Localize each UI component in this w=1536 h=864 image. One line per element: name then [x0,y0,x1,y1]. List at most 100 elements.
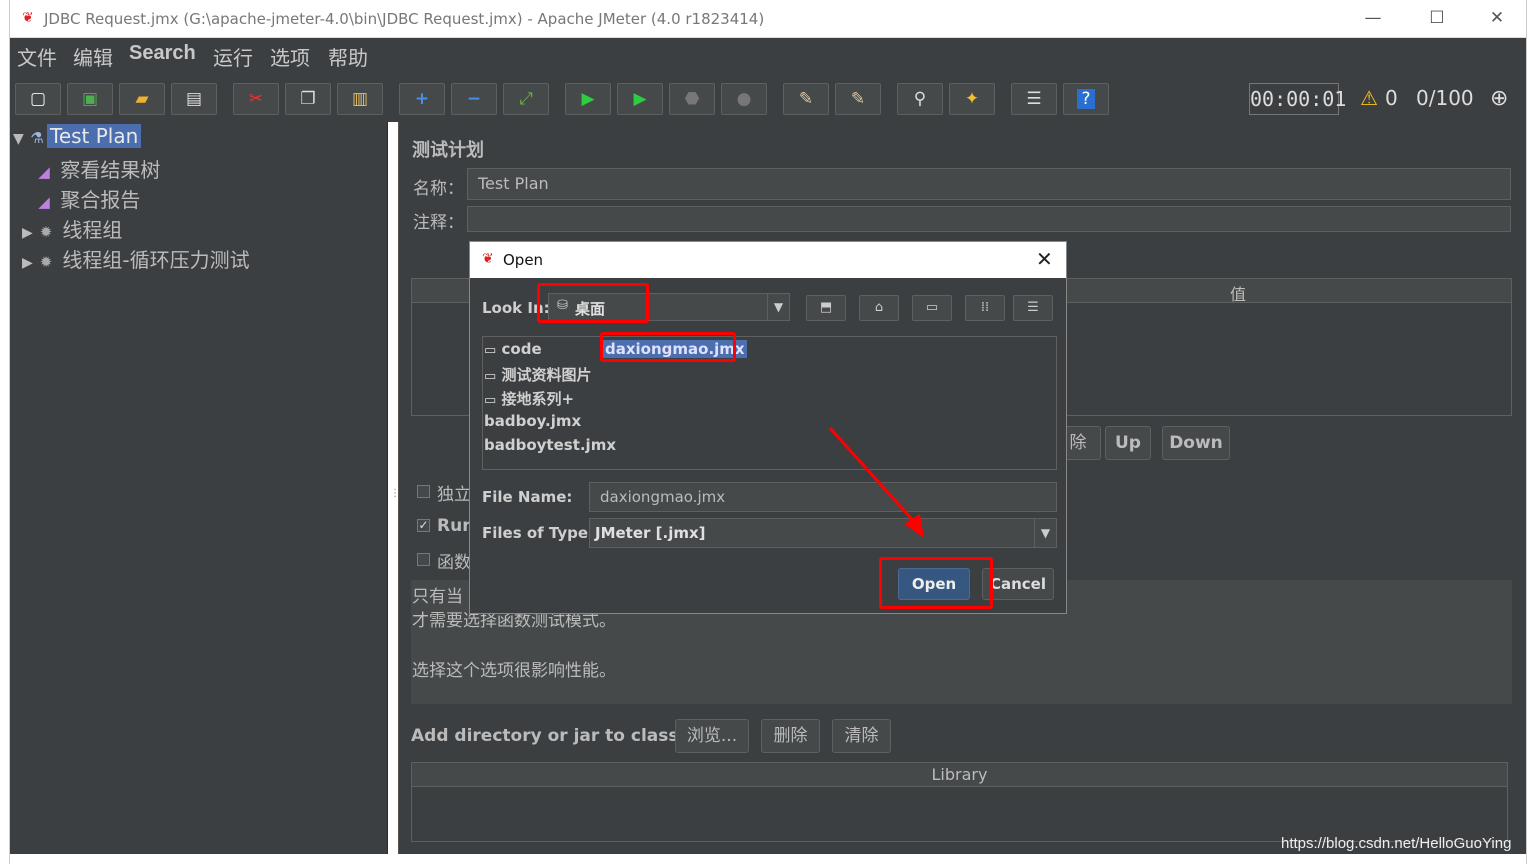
browse-button[interactable]: 浏览... [675,719,749,753]
list-view-button[interactable]: ⁞⁞ [965,295,1005,321]
clear-button[interactable]: ✎ [783,83,829,115]
help-button[interactable]: ? [1063,83,1109,115]
tree-item-thread-group[interactable]: ▶ ✹ 线程组 [22,214,122,244]
menu-edit[interactable]: 编辑 [73,42,113,71]
file-item-code[interactable]: ▭ code [484,340,542,358]
menu-search[interactable]: Search [129,42,196,65]
copy-button[interactable]: ❐ [285,83,331,115]
independent-threads-checkbox[interactable] [417,485,430,498]
tree-item-aggregate-report[interactable]: ◢ 聚合报告 [34,184,140,214]
save-button[interactable]: ▤ [171,83,217,115]
warning-count: 0 [1385,86,1398,110]
clear-all-icon: ✎ [850,89,866,109]
up-button[interactable]: Up [1105,426,1151,460]
annotation-box-open-button [879,557,993,609]
cut-icon: ✂ [248,89,264,109]
home-icon: ⌂ [874,300,884,315]
maximize-button[interactable]: ☐ [1422,8,1452,28]
minimize-button[interactable]: — [1358,8,1388,28]
chevron-down-icon[interactable]: ▼ [767,294,789,320]
function-helper-button[interactable]: ☰ [1011,83,1057,115]
up-one-level-button[interactable]: ⬒ [806,295,846,321]
start-button[interactable]: ▶ [565,83,611,115]
start-icon: ▶ [581,89,595,109]
tree-item-label: Test Plan [47,124,142,148]
annotation-box-selected-file [600,332,736,362]
file-item-grounded-series[interactable]: ▭ 接地系列+ [484,388,574,409]
details-view-icon: ☰ [1027,300,1039,315]
toggle-button[interactable]: ⤢ [503,83,549,115]
functional-mode-label: 函数 [437,553,471,573]
tree-item-label: 线程组-循环压力测试 [62,248,250,272]
dialog-close-button[interactable]: ✕ [1036,247,1053,271]
background-window-edge [0,0,10,864]
menu-run[interactable]: 运行 [213,42,253,71]
reset-search-button[interactable]: ✦ [949,83,995,115]
new-folder-button[interactable]: ▭ [912,295,952,321]
window-title: JDBC Request.jmx (G:\apache-jmeter-4.0\b… [44,10,765,28]
chevron-down-icon[interactable]: ▼ [13,131,27,147]
paste-button[interactable]: ▥ [337,83,383,115]
file-item-badboy[interactable]: badboy.jmx [484,412,581,430]
collapse-icon: − [466,89,482,109]
file-item-test-images[interactable]: ▭ 测试资料图片 [484,364,592,385]
chevron-down-icon[interactable]: ▼ [1034,519,1056,547]
chevron-right-icon[interactable]: ▶ [22,255,36,271]
listener-icon: ◢ [38,163,50,181]
templates-icon: ▣ [81,89,99,109]
stop-button[interactable]: ⬣ [669,83,715,115]
folder-icon: ▭ [484,393,497,408]
jmeter-feather-icon: ❦ [482,251,494,267]
start-no-pauses-button[interactable]: ▶ [617,83,663,115]
annotation-arrow [828,426,924,538]
background-window-edge-right [1526,0,1536,864]
independent-threads-label: 独立 [437,485,471,505]
file-name: 接地系列+ [501,390,575,408]
remote-icon[interactable]: ⊕ [1490,86,1508,111]
shutdown-button[interactable]: ● [721,83,767,115]
new-button[interactable]: ▢ [15,83,61,115]
expand-icon: + [414,89,430,109]
panel-heading: 测试计划 [412,140,484,161]
menu-help[interactable]: 帮助 [328,42,368,71]
cut-button[interactable]: ✂ [233,83,279,115]
description-line-3: 选择这个选项很影响性能。 [412,661,616,681]
comment-field[interactable] [467,206,1511,232]
tree-item-view-results-tree[interactable]: ◢ 察看结果树 [34,154,160,184]
clear-button[interactable]: 清除 [832,719,891,753]
comment-label: 注释： [413,213,464,233]
menu-bar: 文件 编辑 Search 运行 选项 帮助 [10,38,1526,74]
templates-button[interactable]: ▣ [67,83,113,115]
search-button[interactable]: ⚲ [897,83,943,115]
library-table[interactable]: Library [411,762,1508,842]
tree-item-test-plan[interactable]: ▼ ⚗ Test Plan [13,124,142,154]
dialog-title: Open [503,251,544,269]
toolbar: ▢ ▣ ▰ ▤ ✂ ❐ ▥ + − ⤢ ▶ ▶ ⬣ ● ✎ ✎ ⚲ ✦ ☰ ? … [10,74,1526,122]
tree-item-thread-group-loop[interactable]: ▶ ✹ 线程组-循环压力测试 [22,244,250,274]
window-titlebar: ❦ JDBC Request.jmx (G:\apache-jmeter-4.0… [10,0,1526,38]
file-name-label: File Name: [482,488,573,506]
warning-icon[interactable]: ⚠ [1360,86,1378,110]
down-button[interactable]: Down [1162,426,1230,460]
menu-file[interactable]: 文件 [17,42,57,71]
test-plan-tree: ▼ ⚗ Test Plan ◢ 察看结果树 ◢ 聚合报告 ▶ ✹ 线程组 ▶ ✹ 线程组… [10,122,388,854]
chevron-right-icon[interactable]: ▶ [22,225,36,241]
file-item-badboytest[interactable]: badboytest.jmx [484,436,616,454]
file-list[interactable]: ▭ code ▭ 测试资料图片 ▭ 接地系列+ badboy.jmx badbo… [482,336,1057,470]
name-field[interactable]: Test Plan [467,168,1511,200]
run-teardown-checkbox[interactable]: ✓ [417,519,430,532]
clear-all-button[interactable]: ✎ [835,83,881,115]
menu-options[interactable]: 选项 [270,42,310,71]
open-button[interactable]: ▰ [119,83,165,115]
details-view-button[interactable]: ☰ [1013,295,1053,321]
expand-all-button[interactable]: + [399,83,445,115]
start-no-pause-icon: ▶ [633,89,647,109]
collapse-all-button[interactable]: − [451,83,497,115]
remove-button[interactable]: 删除 [761,719,820,753]
functional-mode-checkbox[interactable] [417,553,430,566]
home-button[interactable]: ⌂ [859,295,899,321]
save-icon: ▤ [185,89,203,109]
close-window-button[interactable]: ✕ [1482,8,1512,28]
thread-group-icon: ✹ [39,223,53,241]
file-name: 测试资料图片 [501,366,592,384]
